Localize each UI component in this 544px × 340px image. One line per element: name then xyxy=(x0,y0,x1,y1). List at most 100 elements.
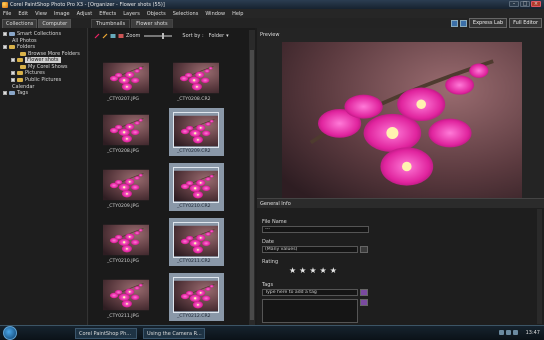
tree-item-tags[interactable]: Tags xyxy=(3,90,28,96)
menu-edit[interactable]: Edit xyxy=(18,11,28,17)
tree-item-pictures[interactable]: Pictures xyxy=(11,70,45,76)
thumbnail-image xyxy=(103,60,149,96)
expand-icon[interactable] xyxy=(11,71,15,75)
menu-effects[interactable]: Effects xyxy=(99,11,116,17)
star-icon[interactable]: ★ xyxy=(309,267,316,275)
menu-window[interactable]: Window xyxy=(205,11,225,17)
shield-icon[interactable] xyxy=(513,330,518,335)
menu-help[interactable]: Help xyxy=(232,11,243,17)
tree-item-label: Smart Collections xyxy=(17,31,62,37)
taskbar-item-paintshop[interactable]: Corel PaintShop Ph... xyxy=(75,328,137,339)
thumbnail-item-selected[interactable]: _CTY0210.CR2 xyxy=(169,163,224,211)
sort-select[interactable]: Folder xyxy=(209,33,224,39)
thumbnail-filename: _CTY0208.JPG xyxy=(107,149,139,154)
volume-icon[interactable] xyxy=(506,330,511,335)
tree-item-label: Tags xyxy=(17,90,29,96)
menu-image[interactable]: Image xyxy=(54,11,70,17)
collapse-icon[interactable] xyxy=(3,45,7,49)
date-field[interactable]: (Many values) xyxy=(262,246,358,253)
folder-icon xyxy=(17,71,23,75)
thumbnail-item[interactable]: _CTY0209.JPG xyxy=(99,163,154,211)
menu-view[interactable]: View xyxy=(35,11,47,17)
info-header: General Info xyxy=(257,199,544,208)
tree-item-label: Flower shots xyxy=(25,57,61,63)
sort-label: Sort by : xyxy=(182,33,204,39)
tree-item-smart-collections[interactable]: Smart Collections xyxy=(3,31,61,37)
thumbnail-item-selected[interactable]: _CTY0212.CR2 xyxy=(169,273,224,321)
menu-layers[interactable]: Layers xyxy=(123,11,140,17)
scrollbar-thumb[interactable] xyxy=(250,50,254,320)
start-button[interactable] xyxy=(3,326,17,340)
thumbnail-image xyxy=(103,277,149,313)
star-icon[interactable]: ★ xyxy=(320,267,327,275)
rating-stars[interactable]: ★ ★ ★ ★ ★ xyxy=(289,267,337,275)
filename-field[interactable]: --- xyxy=(262,226,369,233)
express-lab-button[interactable]: Express Lab xyxy=(468,18,508,28)
remove-tag-icon[interactable] xyxy=(360,299,368,306)
layout-icon[interactable] xyxy=(450,19,458,27)
print-icon[interactable] xyxy=(110,33,116,39)
zoom-slider[interactable] xyxy=(144,33,173,39)
thumbnail-filename: _CTY0208.CR2 xyxy=(177,97,211,102)
expand-icon[interactable] xyxy=(11,78,15,82)
thumbnail-item[interactable]: _CTY0211.JPG xyxy=(99,273,154,321)
brush-icon[interactable] xyxy=(102,33,108,39)
thumbnail-image xyxy=(173,277,219,313)
tree-item-public-pictures[interactable]: Public Pictures xyxy=(11,77,61,83)
star-icon[interactable]: ★ xyxy=(330,267,337,275)
thumbnail-item[interactable]: _CTY0210.JPG xyxy=(99,218,154,266)
expand-icon[interactable] xyxy=(3,32,7,36)
menu-file[interactable]: File xyxy=(3,11,11,17)
expand-icon[interactable] xyxy=(3,91,7,95)
single-view-icon[interactable] xyxy=(459,19,467,27)
email-icon[interactable] xyxy=(118,33,124,39)
folder-icon xyxy=(17,58,23,62)
thumbnail-item-selected[interactable]: _CTY0209.CR2 xyxy=(169,108,224,156)
menu-adjust[interactable]: Adjust xyxy=(77,11,93,17)
rating-label: Rating xyxy=(262,259,279,265)
thumbnail-item[interactable]: _CTY0208.CR2 xyxy=(169,56,224,104)
thumbnail-item[interactable]: _CTY0207.JPG xyxy=(99,56,154,104)
thumbnail-image xyxy=(173,222,219,258)
thumbnail-panel: Zoom Sort by : Folder ▾ _CTY0207.JPG _CT… xyxy=(89,28,255,325)
thumbnail-filename: _CTY0211.JPG xyxy=(107,314,139,319)
tree-item-folders[interactable]: Folders xyxy=(3,44,35,50)
thumbnail-toolbar: Zoom Sort by : Folder ▾ xyxy=(89,31,255,41)
tag-icon xyxy=(9,91,15,95)
thumbnail-filename: _CTY0210.JPG xyxy=(107,259,139,264)
info-scrollbar[interactable] xyxy=(537,209,542,324)
thumbnail-filename: _CTY0209.CR2 xyxy=(177,149,211,154)
thumbnail-filename: _CTY0209.JPG xyxy=(107,204,139,209)
menu-objects[interactable]: Objects xyxy=(147,11,166,17)
network-icon[interactable] xyxy=(499,330,504,335)
zoom-slider-handle[interactable] xyxy=(162,33,165,39)
thumbnail-scrollbar[interactable] xyxy=(249,30,255,325)
close-button[interactable]: × xyxy=(531,1,541,7)
thumbnail-item-selected[interactable]: _CTY0211.CR2 xyxy=(169,218,224,266)
chevron-down-icon[interactable]: ▾ xyxy=(226,33,229,39)
pencil-icon[interactable] xyxy=(94,33,100,39)
maximize-button[interactable]: □ xyxy=(520,1,530,7)
menu-selections[interactable]: Selections xyxy=(173,11,199,17)
expand-icon[interactable] xyxy=(11,58,15,62)
calendar-icon[interactable] xyxy=(360,246,368,253)
star-icon[interactable]: ★ xyxy=(289,267,296,275)
tag-input[interactable]: Type here to add a tag xyxy=(262,289,358,296)
app-icon xyxy=(2,1,8,8)
navigation-panel: Smart Collections All Photos Folders Bro… xyxy=(0,28,88,325)
tree-item-label: Pictures xyxy=(25,70,45,76)
add-tag-icon[interactable] xyxy=(360,289,368,296)
full-editor-button[interactable]: Full Editor xyxy=(509,18,542,28)
tag-list[interactable] xyxy=(262,299,358,323)
tree-item-label: Folders xyxy=(17,44,36,50)
minimize-button[interactable]: – xyxy=(509,1,519,7)
thumbnail-item[interactable]: _CTY0208.JPG xyxy=(99,108,154,156)
taskbar-item-camera-raw[interactable]: Using the Camera R... xyxy=(143,328,205,339)
preview-panel: Preview xyxy=(257,28,544,198)
info-panel: General Info File Name --- Date (Many va… xyxy=(257,198,544,325)
folder-icon xyxy=(17,78,23,82)
thumbnail-filename: _CTY0210.CR2 xyxy=(177,204,211,209)
star-icon[interactable]: ★ xyxy=(299,267,306,275)
thumbnail-filename: _CTY0207.JPG xyxy=(107,97,139,102)
tree-item-flower-shots[interactable]: Flower shots xyxy=(11,57,61,63)
